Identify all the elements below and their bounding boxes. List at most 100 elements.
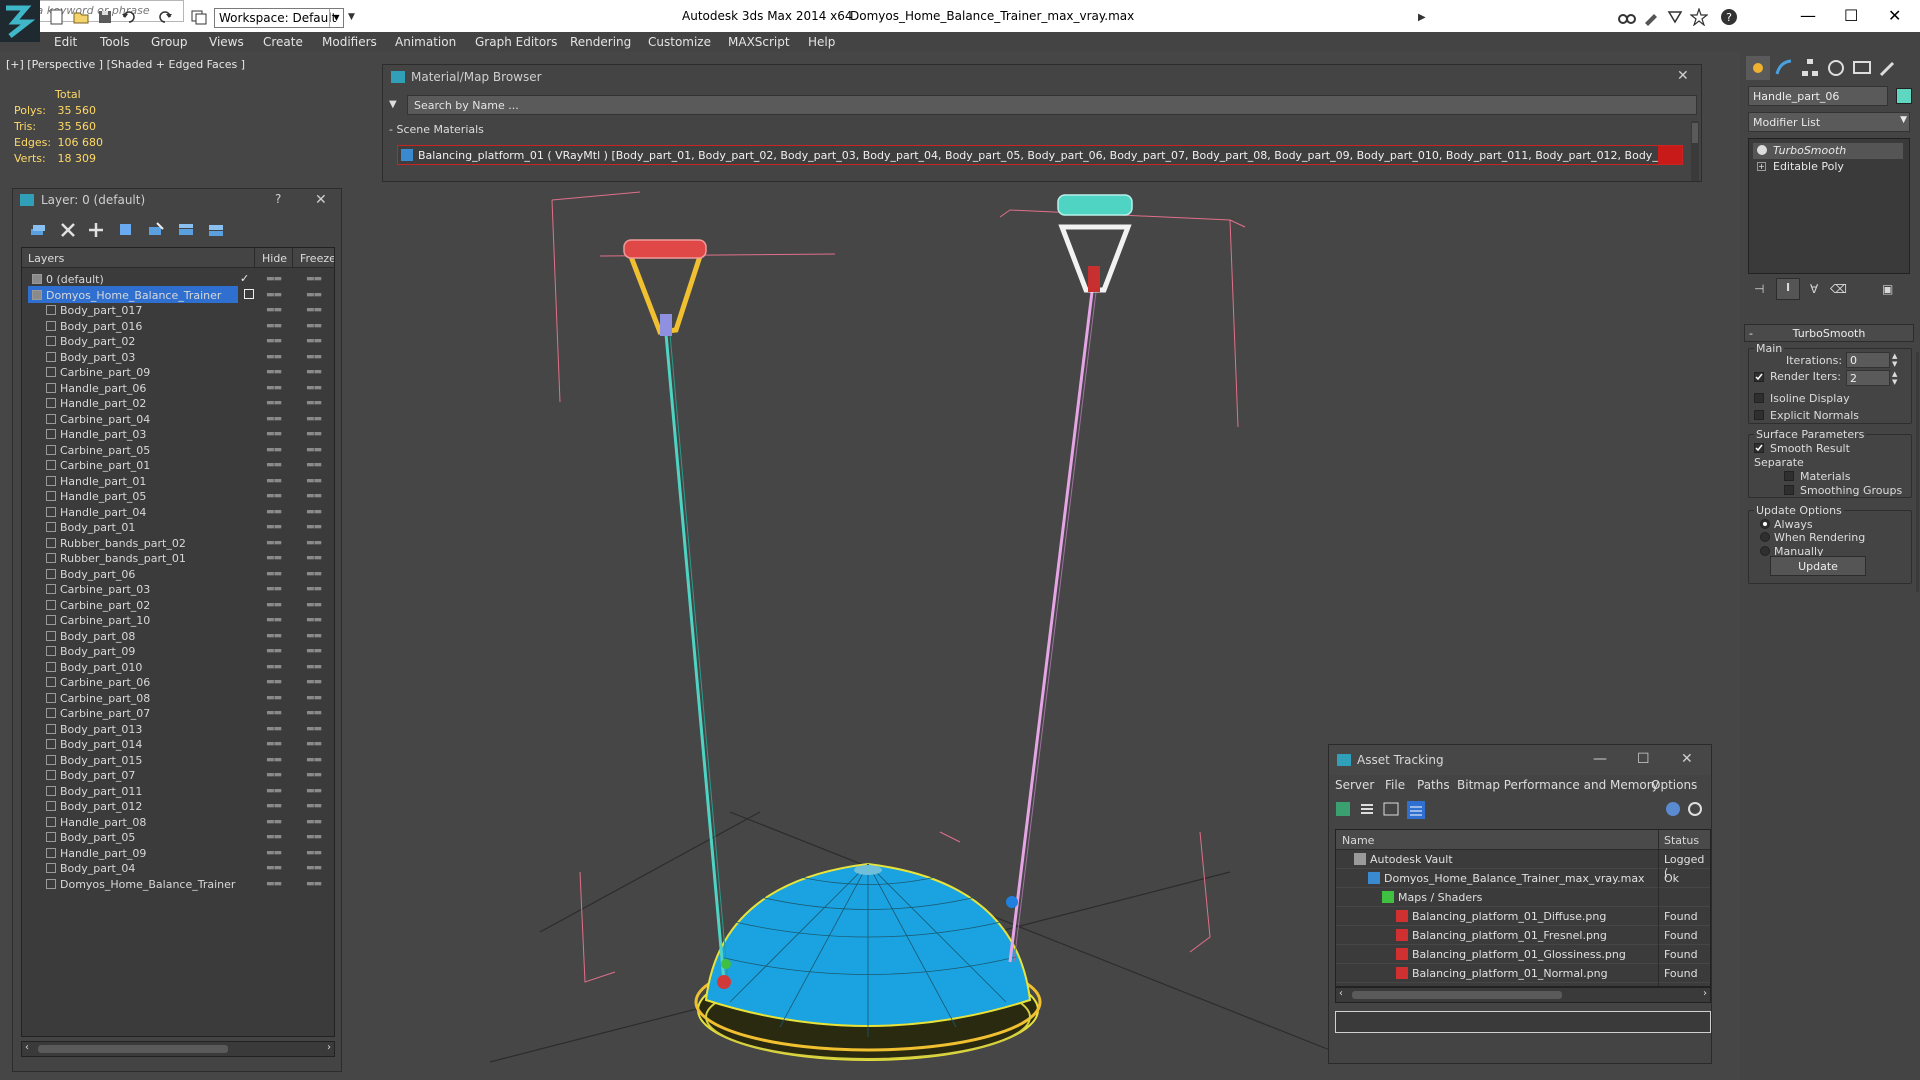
- hide-toggle[interactable]: ▬▬: [266, 600, 282, 610]
- hide-toggle[interactable]: ▬▬: [266, 553, 282, 563]
- freeze-toggle[interactable]: ▬▬: [306, 445, 322, 455]
- freeze-toggle[interactable]: ▬▬: [306, 739, 322, 749]
- menu-tools[interactable]: Tools: [100, 35, 130, 49]
- hide-toggle[interactable]: ▬▬: [266, 429, 282, 439]
- workspace-dropdown[interactable]: Workspace: Default ▼: [214, 8, 344, 28]
- freeze-toggle[interactable]: ▬▬: [306, 569, 322, 579]
- table-row[interactable]: Maps / Shaders: [1336, 888, 1710, 907]
- hide-toggle[interactable]: ▬▬: [266, 801, 282, 811]
- menu-create[interactable]: Create: [263, 35, 303, 49]
- freeze-toggle[interactable]: ▬▬: [306, 398, 322, 408]
- hide-toggle[interactable]: ▬▬: [266, 538, 282, 548]
- new-layer-icon[interactable]: [29, 221, 47, 239]
- close-button[interactable]: ✕: [1677, 68, 1689, 84]
- freeze-toggle[interactable]: ▬▬: [306, 460, 322, 470]
- freeze-toggle[interactable]: ▬▬: [306, 584, 322, 594]
- freeze-toggle[interactable]: ▬▬: [306, 693, 322, 703]
- material-browser-title[interactable]: Material/Map Browser: [383, 65, 1701, 89]
- make-unique-icon[interactable]: ∀: [1810, 282, 1818, 296]
- scene-materials-rollout[interactable]: - Scene Materials: [389, 123, 1689, 139]
- motion-tab-icon[interactable]: [1824, 56, 1848, 80]
- column-status[interactable]: Status: [1664, 834, 1699, 847]
- favorites-star-icon[interactable]: [1690, 8, 1710, 28]
- add-to-layer-icon[interactable]: [87, 221, 105, 239]
- menu-maxscript[interactable]: MAXScript: [728, 35, 790, 49]
- pin-stack-icon[interactable]: ⊣: [1754, 282, 1764, 296]
- menu-graph-editors[interactable]: Graph Editors: [475, 35, 557, 49]
- layer-object-row[interactable]: Domyos_Home_Balance_Trainer ▬▬ ▬▬: [22, 875, 334, 894]
- spinner-arrows-icon[interactable]: ▲ ▼: [1892, 352, 1897, 368]
- freeze-toggle[interactable]: ▬▬: [306, 367, 322, 377]
- hide-toggle[interactable]: ▬▬: [266, 491, 282, 501]
- hide-toggle[interactable]: ▬▬: [266, 290, 282, 300]
- freeze-toggle[interactable]: ▬▬: [306, 770, 322, 780]
- menu-modifiers[interactable]: Modifiers: [322, 35, 377, 49]
- maximize-button[interactable]: ☐: [1637, 751, 1650, 767]
- freeze-toggle[interactable]: ▬▬: [306, 305, 322, 315]
- close-button[interactable]: ✕: [315, 192, 327, 208]
- select-objects-icon[interactable]: [117, 221, 135, 239]
- table-row[interactable]: Balancing_platform_01_Normal.png Found: [1336, 964, 1710, 983]
- freeze-toggle[interactable]: ▬▬: [306, 724, 322, 734]
- freeze-toggle[interactable]: ▬▬: [306, 321, 322, 331]
- display-tab-icon[interactable]: [1850, 56, 1874, 80]
- menu-views[interactable]: Views: [209, 35, 244, 49]
- hide-toggle[interactable]: ▬▬: [266, 352, 282, 362]
- freeze-toggle[interactable]: ▬▬: [306, 631, 322, 641]
- menu-help[interactable]: Help: [808, 35, 835, 49]
- vertical-scrollbar[interactable]: [1691, 121, 1699, 181]
- layer-list[interactable]: Layers Hide Freeze 0 (default) ▬▬ ▬▬ ✓ Domyo…: [21, 247, 335, 1037]
- hide-toggle[interactable]: ▬▬: [266, 848, 282, 858]
- freeze-toggle[interactable]: ▬▬: [306, 538, 322, 548]
- freeze-toggle[interactable]: ▬▬: [306, 507, 322, 517]
- hierarchy-tab-icon[interactable]: [1798, 56, 1822, 80]
- hide-toggle[interactable]: ▬▬: [266, 321, 282, 331]
- hide-toggle[interactable]: ▬▬: [266, 305, 282, 315]
- options-dropdown-icon[interactable]: ▼: [389, 99, 397, 110]
- hide-all-layers-icon[interactable]: [207, 221, 225, 239]
- turbosmooth-rollout-header[interactable]: - TurboSmooth: [1744, 324, 1914, 342]
- stack-item-editable-poly[interactable]: + Editable Poly: [1753, 159, 1903, 175]
- menu-file[interactable]: File: [1385, 778, 1405, 792]
- help-icon[interactable]: ?: [1720, 8, 1740, 28]
- table-row[interactable]: Balancing_platform_01_Fresnel.png Found: [1336, 926, 1710, 945]
- freeze-toggle[interactable]: ▬▬: [306, 553, 322, 563]
- expand-icon[interactable]: +: [1757, 162, 1766, 171]
- minimize-button[interactable]: —: [1593, 751, 1607, 767]
- close-button[interactable]: ✕: [1681, 751, 1693, 767]
- hide-toggle[interactable]: ▬▬: [266, 445, 282, 455]
- freeze-toggle[interactable]: ▬▬: [306, 383, 322, 393]
- freeze-toggle[interactable]: ▬▬: [306, 522, 322, 532]
- materials-checkbox[interactable]: [1784, 471, 1794, 481]
- scrollbar-thumb[interactable]: [1352, 991, 1562, 999]
- menu-customize[interactable]: Customize: [648, 35, 711, 49]
- list-view-icon[interactable]: [1359, 801, 1377, 819]
- smooth-result-checkbox[interactable]: [1754, 443, 1764, 453]
- when-rendering-radio[interactable]: [1760, 532, 1770, 542]
- close-button[interactable]: ✕: [1888, 6, 1901, 25]
- horizontal-scrollbar[interactable]: ‹ ›: [1335, 987, 1711, 1003]
- freeze-toggle[interactable]: ▬▬: [306, 662, 322, 672]
- table-row[interactable]: Balancing_platform_01_Glossiness.png Foun…: [1336, 945, 1710, 964]
- menu-paths[interactable]: Paths: [1417, 778, 1450, 792]
- freeze-toggle[interactable]: ▬▬: [306, 863, 322, 873]
- refresh-icon[interactable]: [1335, 801, 1353, 819]
- freeze-toggle[interactable]: ▬▬: [306, 646, 322, 656]
- vertical-scrollbar[interactable]: [1916, 352, 1919, 592]
- menu-group[interactable]: Group: [151, 35, 188, 49]
- freeze-toggle[interactable]: ▬▬: [306, 352, 322, 362]
- open-file-icon[interactable]: [72, 8, 92, 28]
- binoculars-icon[interactable]: [1618, 8, 1638, 28]
- menu-animation[interactable]: Animation: [395, 35, 456, 49]
- hide-toggle[interactable]: ▬▬: [266, 383, 282, 393]
- explicit-normals-checkbox[interactable]: [1754, 410, 1764, 420]
- freeze-toggle[interactable]: ▬▬: [306, 708, 322, 718]
- hide-toggle[interactable]: ▬▬: [266, 414, 282, 424]
- table-row[interactable]: Domyos_Home_Balance_Trainer_max_vray.max…: [1336, 869, 1710, 888]
- hide-toggle[interactable]: ▬▬: [266, 460, 282, 470]
- hide-toggle[interactable]: ▬▬: [266, 522, 282, 532]
- manually-radio[interactable]: [1760, 546, 1770, 556]
- asset-status-field[interactable]: [1335, 1011, 1711, 1033]
- freeze-toggle[interactable]: ▬▬: [306, 755, 322, 765]
- redo-icon[interactable]: [156, 8, 176, 28]
